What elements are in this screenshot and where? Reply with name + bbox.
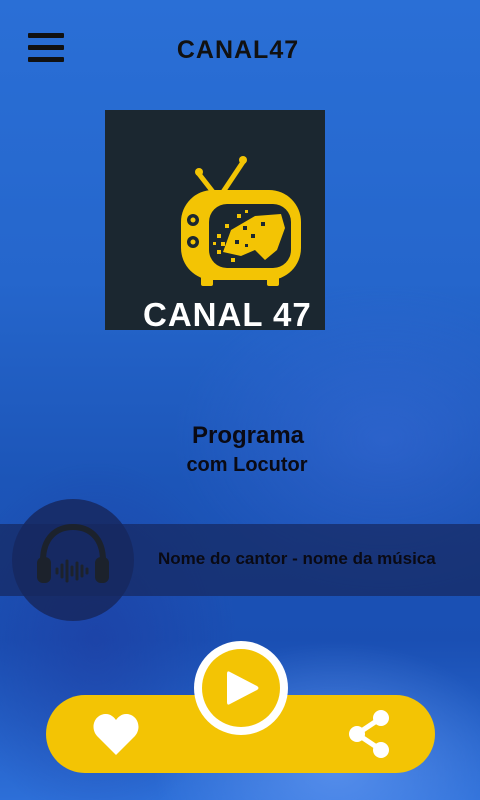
headphones-icon — [37, 523, 109, 583]
program-title: Programa — [191, 422, 305, 449]
app-title: CANAL47 — [176, 36, 300, 64]
play-icon — [227, 671, 259, 705]
play-button[interactable] — [194, 641, 288, 735]
share-button[interactable] — [346, 709, 392, 759]
heart-icon — [93, 713, 139, 755]
share-icon — [349, 710, 389, 758]
now-playing-text: Nome do cantor - nome da música — [158, 549, 436, 568]
logo-text: CANAL 47 — [143, 296, 312, 330]
like-button[interactable] — [92, 711, 140, 757]
program-host: com Locutor — [186, 454, 308, 476]
station-logo: CANAL 47 — [105, 110, 325, 330]
album-art — [12, 499, 134, 621]
